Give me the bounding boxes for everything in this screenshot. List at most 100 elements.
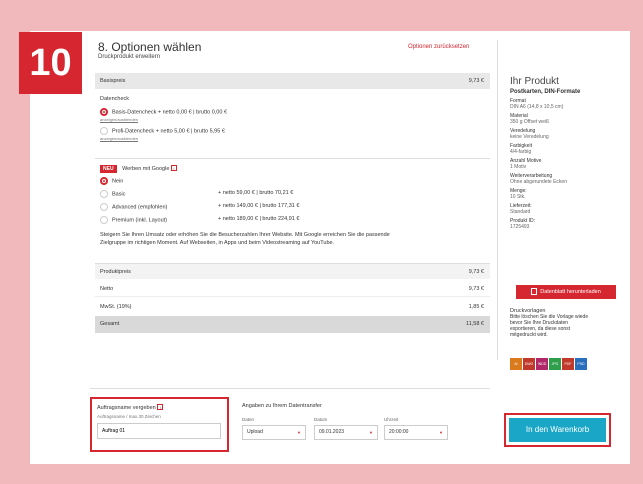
datencheck-heading: Datencheck bbox=[100, 96, 130, 102]
product-name: Postkarten, DIN-Formate bbox=[510, 89, 581, 95]
google-option-nein[interactable]: Nein bbox=[100, 177, 490, 186]
section-title: 8. Optionen wählen bbox=[98, 40, 202, 54]
format-jpg-icon[interactable]: JPG bbox=[549, 358, 561, 370]
radio-profi-datencheck[interactable] bbox=[100, 127, 108, 135]
product-spec-value: keine Veredelung bbox=[510, 133, 549, 140]
bottom-divider bbox=[90, 388, 490, 389]
transfer-field: Daten Upload ▼ bbox=[242, 417, 306, 440]
format-dwg-icon[interactable]: DWG bbox=[523, 358, 535, 370]
format-psd-icon[interactable]: PSD bbox=[575, 358, 587, 370]
transfer-field-label: Datum bbox=[314, 417, 328, 422]
new-badge: NEU bbox=[100, 165, 117, 173]
radio-basis-datencheck[interactable] bbox=[100, 108, 108, 116]
datencheck-option-label: Profi-Datencheck + netto 5,00 € | brutto… bbox=[112, 128, 225, 135]
transfer-select[interactable]: 20:00:00 ▼ bbox=[384, 425, 448, 440]
transfer-field: Uhrzeit 20:00:00 ▼ bbox=[384, 417, 448, 440]
order-name-input[interactable] bbox=[97, 423, 221, 439]
basispreis-label: Basispreis bbox=[100, 78, 126, 84]
product-spec-value: 10 Stk. bbox=[510, 193, 526, 200]
templates-section: Druckvorlagen Bitte löschen Sie die Vorl… bbox=[510, 308, 632, 338]
templates-text-line: mitgedruckt wird. bbox=[510, 332, 548, 338]
google-option-label: Basic bbox=[112, 191, 126, 198]
product-spec-value: 1725493 bbox=[510, 223, 530, 230]
chevron-down-icon: ▼ bbox=[439, 430, 443, 435]
total-label: Gesamt bbox=[100, 321, 120, 327]
product-spec: Lieferzeit: Standard bbox=[510, 203, 628, 215]
product-spec-value: DIN A6 (14,8 x 10,5 cm) bbox=[510, 103, 564, 110]
radio-google-basic[interactable] bbox=[100, 190, 108, 198]
datasheet-button-label: Datenblatt herunterladen bbox=[540, 289, 601, 295]
product-spec: Material 350 g Offset weiß bbox=[510, 113, 628, 125]
product-heading: Ihr Produkt bbox=[510, 76, 559, 87]
product-spec-value: 1 Motiv bbox=[510, 163, 527, 170]
total-row-gesamt: Gesamt 11,58 € bbox=[95, 316, 490, 333]
radio-google-premium[interactable] bbox=[100, 216, 108, 224]
product-spec: Produkt ID: 1725493 bbox=[510, 218, 628, 230]
datencheck-toggle-link[interactable]: anzeigen/ausblenden bbox=[100, 136, 490, 141]
order-name-box: Auftragsname vergeben i Auftragsname / m… bbox=[90, 397, 229, 452]
chevron-down-icon: ▼ bbox=[369, 430, 373, 435]
info-icon[interactable]: i bbox=[170, 165, 177, 171]
column-divider bbox=[497, 40, 498, 360]
google-option-basic[interactable]: Basic + netto 59,00 € | brutto 70,21 € bbox=[100, 190, 490, 199]
datasheet-download-button[interactable]: Datenblatt herunterladen bbox=[516, 285, 616, 299]
transfer-field-label: Uhrzeit bbox=[384, 417, 399, 422]
template-format-icons: AI DWG INDD JPG PDF PSD bbox=[510, 352, 588, 370]
google-heading-row: NEU Werben mit Google i bbox=[100, 165, 490, 173]
product-spec: Weiterverarbeitung Ohne abgerundete Ecken bbox=[510, 173, 628, 185]
google-section: NEU Werben mit Google i Nein Basic + net… bbox=[95, 158, 490, 262]
total-label: Produktpreis bbox=[100, 269, 131, 275]
total-value: 9,73 € bbox=[468, 286, 484, 292]
document-icon bbox=[531, 288, 538, 296]
total-row-produktpreis: Produktpreis 9,73 € bbox=[95, 263, 490, 279]
order-name-heading-row: Auftragsname vergeben i bbox=[97, 404, 222, 411]
transfer-select[interactable]: 09.01.2023 ▼ bbox=[314, 425, 378, 440]
add-to-cart-button[interactable]: In den Warenkorb bbox=[509, 418, 606, 442]
format-ai-icon[interactable]: AI bbox=[510, 358, 522, 370]
format-pdf-icon[interactable]: PDF bbox=[562, 358, 574, 370]
transfer-select-value: 20:00:00 bbox=[389, 429, 409, 435]
google-heading: Werben mit Google bbox=[122, 166, 170, 172]
radio-google-advanced[interactable] bbox=[100, 203, 108, 211]
product-spec: Farbigkeit 4/4-farbig bbox=[510, 143, 628, 155]
product-spec: Menge: 10 Stk. bbox=[510, 188, 628, 200]
total-value: 11,58 € bbox=[466, 321, 484, 327]
format-indd-icon[interactable]: INDD bbox=[536, 358, 548, 370]
total-value: 1,85 € bbox=[468, 304, 484, 310]
total-row-mwst: MwSt. (19%) 1,85 € bbox=[95, 299, 490, 315]
google-description: Steigern Sie Ihren Umsatz oder erhöhen S… bbox=[100, 231, 490, 247]
product-spec: Format DIN A6 (14,8 x 10,5 cm) bbox=[510, 98, 628, 110]
google-option-label: Advanced (empfohlen) bbox=[112, 204, 168, 211]
product-spec-value: 4/4-farbig bbox=[510, 148, 532, 155]
product-spec-value: Standard bbox=[510, 208, 531, 215]
chevron-down-icon: ▼ bbox=[297, 430, 301, 435]
total-value: 9,73 € bbox=[468, 269, 484, 275]
google-option-price: + netto 189,00 € | brutto 224,91 € bbox=[218, 216, 300, 222]
reset-options-link[interactable]: Optionen zurücksetzen bbox=[408, 44, 469, 50]
datencheck-option-profi[interactable]: Profi-Datencheck + netto 5,00 € | brutto… bbox=[100, 127, 490, 135]
google-description-line: Steigern Sie Ihren Umsatz oder erhöhen S… bbox=[100, 232, 390, 238]
google-option-premium[interactable]: Premium (inkl. Layout) + netto 189,00 € … bbox=[100, 216, 490, 225]
datencheck-section: Datencheck Basis-Datencheck + netto 0,00… bbox=[95, 96, 490, 141]
transfer-select[interactable]: Upload ▼ bbox=[242, 425, 306, 440]
product-spec: Veredelung keine Veredelung bbox=[510, 128, 628, 140]
google-option-advanced[interactable]: Advanced (empfohlen) + netto 149,00 € | … bbox=[100, 203, 490, 212]
datencheck-option-basis[interactable]: Basis-Datencheck + netto 0,00 € | brutto… bbox=[100, 108, 490, 116]
product-summary: Ihr Produkt Postkarten, DIN-Formate Form… bbox=[510, 76, 628, 230]
info-icon[interactable]: i bbox=[157, 404, 164, 410]
order-name-heading: Auftragsname vergeben bbox=[97, 405, 156, 411]
transfer-field: Datum 09.01.2023 ▼ bbox=[314, 417, 378, 440]
transfer-field-label: Daten bbox=[242, 417, 255, 422]
google-description-line: Zielgruppe im richtigen Moment. Auf Webs… bbox=[100, 240, 335, 246]
product-spec-value: Ohne abgerundete Ecken bbox=[510, 178, 567, 185]
transfer-heading: Angaben zu Ihrem Datentransfer bbox=[242, 403, 322, 409]
product-spec-value: 350 g Offset weiß bbox=[510, 118, 550, 125]
radio-google-nein[interactable] bbox=[100, 177, 108, 185]
cart-button-frame: In den Warenkorb bbox=[504, 413, 611, 447]
step-badge: 10 bbox=[19, 32, 82, 94]
google-option-label: Premium (inkl. Layout) bbox=[112, 217, 168, 224]
basispreis-row: Basispreis 9,73 € bbox=[95, 73, 490, 89]
basispreis-value: 9,73 € bbox=[468, 78, 484, 84]
product-specs: Format DIN A6 (14,8 x 10,5 cm) Material 350… bbox=[510, 98, 628, 230]
datencheck-toggle-link[interactable]: anzeigen/ausblenden bbox=[100, 117, 490, 122]
